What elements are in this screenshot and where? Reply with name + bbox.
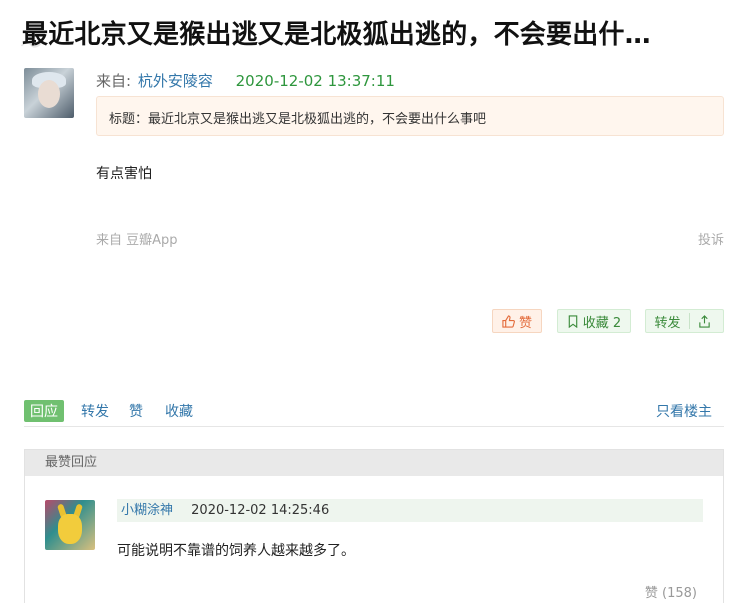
author-avatar[interactable]: [24, 68, 74, 118]
post-body: 有点害怕: [96, 166, 152, 182]
best-replies-section: 最赞回应 小糊涂神 2020-12-02 14:25:46 可能说明不靠谱的饲养…: [24, 449, 724, 603]
share-button[interactable]: 转发: [645, 309, 724, 333]
share-out-icon[interactable]: [698, 314, 711, 328]
tab-favorites[interactable]: 收藏: [165, 401, 193, 421]
post-timestamp: 2020-12-02 13:37:11: [235, 72, 395, 90]
avatar-figure: [58, 514, 82, 544]
post-meta: 来自: 杭外安陵容 2020-12-02 13:37:11: [96, 70, 395, 91]
reply-timestamp: 2020-12-02 14:25:46: [191, 503, 330, 518]
like-label: 赞: [518, 315, 532, 331]
reply-author-link[interactable]: 小糊涂神: [121, 503, 173, 518]
only-host-link[interactable]: 只看楼主: [656, 401, 712, 421]
tab-replies[interactable]: 回应: [24, 400, 64, 422]
reply-avatar[interactable]: [45, 500, 95, 550]
reply-text: 可能说明不靠谱的饲养人越来越多了。: [117, 543, 355, 559]
page-title: 最近北京又是猴出逃又是北极狐出逃的，不会要出什…: [22, 20, 651, 50]
thumbs-up-icon: [502, 314, 515, 328]
share-divider: [688, 313, 690, 329]
best-replies-header: 最赞回应: [25, 450, 723, 476]
favorite-button[interactable]: 收藏 2: [557, 309, 631, 333]
from-label: 来自:: [96, 72, 132, 90]
like-button[interactable]: 赞: [492, 309, 542, 333]
source-app: 来自 豆瓣App: [96, 233, 178, 248]
reply-like-count[interactable]: 赞 (158): [645, 582, 697, 601]
favorite-label: 收藏 2: [582, 315, 622, 331]
bookmark-icon: [567, 314, 579, 328]
author-link[interactable]: 杭外安陵容: [138, 72, 213, 90]
tab-reshares[interactable]: 转发: [81, 401, 109, 421]
tab-likes[interactable]: 赞: [129, 401, 143, 421]
quoted-title-box: 标题：最近北京又是猴出逃又是北极狐出逃的，不会要出什么事吧: [96, 96, 724, 136]
reply-meta: 小糊涂神 2020-12-02 14:25:46: [117, 499, 703, 522]
report-link[interactable]: 投诉: [698, 229, 724, 248]
share-label: 转发: [654, 315, 681, 331]
tabs-divider: [24, 426, 724, 427]
avatar-face: [38, 80, 60, 108]
